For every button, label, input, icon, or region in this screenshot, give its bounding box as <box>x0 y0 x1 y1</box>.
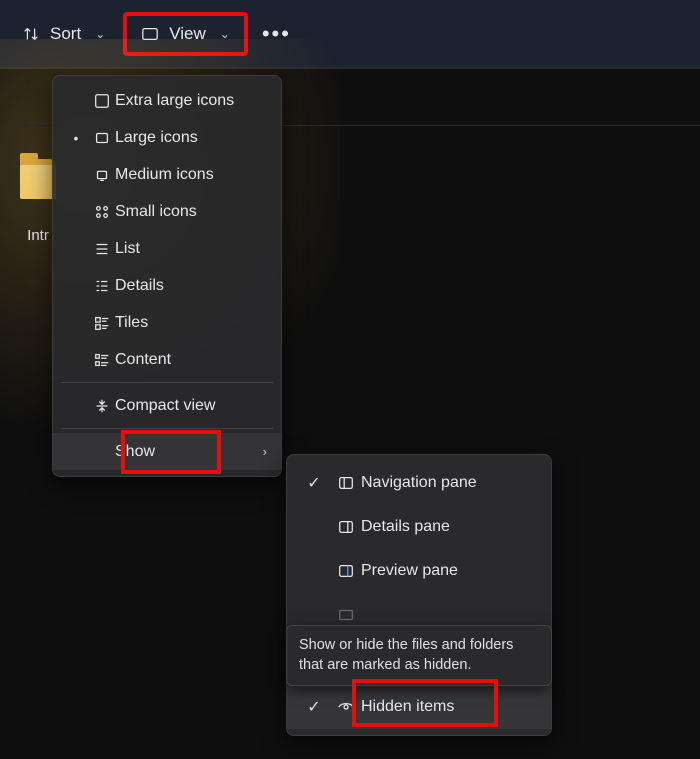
chevron-down-icon: ⌄ <box>95 27 105 41</box>
menu-item-label: Medium icons <box>115 166 267 184</box>
submenu-item-label: Navigation pane <box>361 474 537 492</box>
view-icon <box>141 25 159 43</box>
menu-item-label: Large icons <box>115 129 267 147</box>
submenu-item-label: Details pane <box>361 518 537 536</box>
submenu-item-details-pane[interactable]: Details pane <box>287 505 551 549</box>
hidden-items-icon <box>331 698 361 716</box>
preview-pane-icon <box>331 562 361 580</box>
generic-icon <box>331 606 361 624</box>
extra-large-icons-icon <box>89 92 115 110</box>
tooltip-text: Show or hide the files and folders that … <box>299 637 513 673</box>
menu-item-list[interactable]: List <box>53 230 281 267</box>
menu-item-show[interactable]: Show › <box>53 433 281 470</box>
submenu-item-preview-pane[interactable]: Preview pane <box>287 549 551 593</box>
menu-separator <box>61 382 273 383</box>
check-icon: ✓ <box>297 473 331 493</box>
navigation-pane-icon <box>331 474 361 492</box>
menu-item-tiles[interactable]: Tiles <box>53 304 281 341</box>
chevron-down-icon: ⌄ <box>220 27 230 41</box>
sort-label: Sort <box>50 24 81 44</box>
view-button[interactable]: View ⌄ <box>123 12 248 56</box>
content-area: Intr Extra large icons • Large icons Med… <box>0 68 700 759</box>
view-label: View <box>169 24 206 44</box>
menu-item-label: Show <box>115 443 263 461</box>
menu-item-label: Tiles <box>115 314 267 332</box>
list-icon <box>89 240 115 258</box>
submenu-item-label: Hidden items <box>361 698 537 716</box>
menu-item-label: List <box>115 240 267 258</box>
show-submenu[interactable]: ✓ Navigation pane Details pane Preview p… <box>286 454 552 736</box>
details-pane-icon <box>331 518 361 536</box>
menu-separator <box>61 428 273 429</box>
menu-item-large-icons[interactable]: • Large icons <box>53 119 281 156</box>
menu-item-label: Small icons <box>115 203 267 221</box>
menu-item-medium-icons[interactable]: Medium icons <box>53 156 281 193</box>
view-menu[interactable]: Extra large icons • Large icons Medium i… <box>52 75 282 477</box>
compact-view-icon <box>89 397 115 415</box>
menu-item-content[interactable]: Content <box>53 341 281 378</box>
check-icon: ✓ <box>297 697 331 717</box>
chevron-right-icon: › <box>263 444 267 459</box>
menu-item-details[interactable]: Details <box>53 267 281 304</box>
sort-icon <box>22 25 40 43</box>
menu-item-compact-view[interactable]: Compact view <box>53 387 281 424</box>
sort-button[interactable]: Sort ⌄ <box>8 16 119 52</box>
submenu-item-hidden-items[interactable]: ✓ Hidden items <box>287 685 551 729</box>
tiles-icon <box>89 314 115 332</box>
content-icon <box>89 351 115 369</box>
more-button[interactable]: ••• <box>252 17 301 51</box>
submenu-item-navigation-pane[interactable]: ✓ Navigation pane <box>287 461 551 505</box>
menu-item-label: Details <box>115 277 267 295</box>
menu-item-extra-large-icons[interactable]: Extra large icons <box>53 82 281 119</box>
menu-item-label: Compact view <box>115 397 267 415</box>
large-icons-icon <box>89 129 115 147</box>
medium-icons-icon <box>89 166 115 184</box>
menu-item-label: Content <box>115 351 267 369</box>
submenu-item-label: Preview pane <box>361 562 537 580</box>
radio-mark: • <box>63 130 89 146</box>
command-bar: Sort ⌄ View ⌄ ••• <box>0 0 700 68</box>
details-icon <box>89 277 115 295</box>
small-icons-icon <box>89 203 115 221</box>
folder-icon <box>20 159 56 199</box>
menu-item-label: Extra large icons <box>115 92 267 110</box>
menu-item-small-icons[interactable]: Small icons <box>53 193 281 230</box>
tooltip: Show or hide the files and folders that … <box>286 625 552 686</box>
